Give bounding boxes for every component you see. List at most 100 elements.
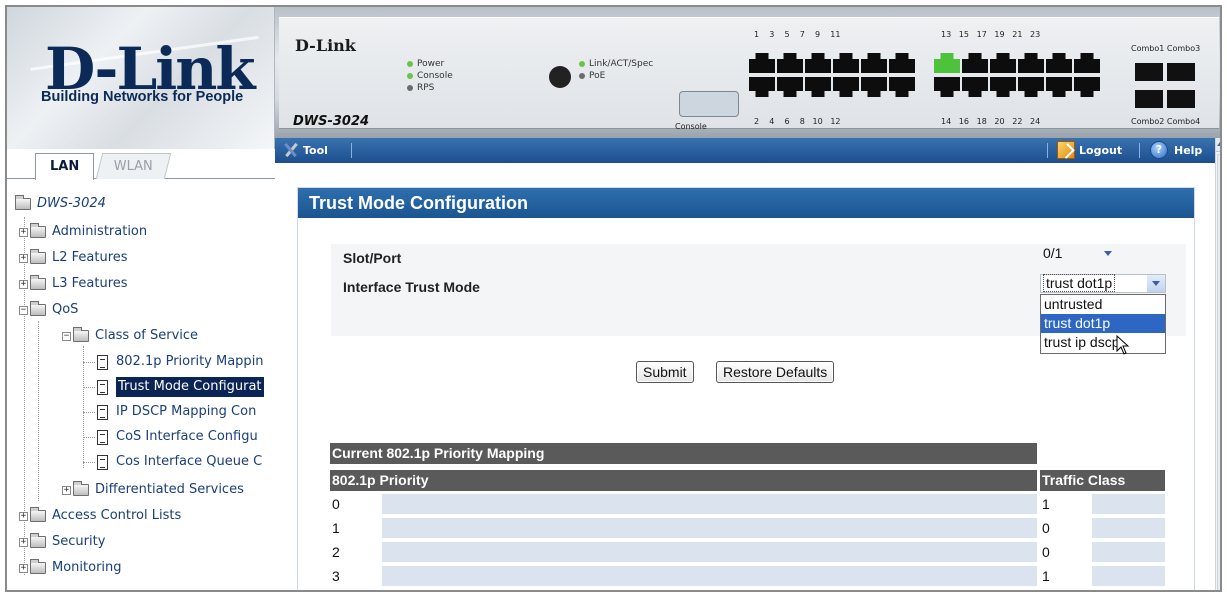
port-numbers-top-a: 1 3 5 7 9 11 <box>754 30 841 39</box>
led-label-power: Power <box>417 59 445 69</box>
port-1 <box>749 53 775 73</box>
tab-wlan[interactable]: WLAN <box>95 153 172 179</box>
tree-item-class-of-service[interactable]: − Class of Service <box>62 326 198 346</box>
restore-defaults-button[interactable]: Restore Defaults <box>716 361 835 383</box>
tree-branch <box>83 462 95 463</box>
tree-item-cos-interface-queue[interactable]: Cos Interface Queue C <box>97 452 262 472</box>
link-led-icon <box>579 60 585 67</box>
help-button[interactable]: ? Help <box>1150 141 1202 159</box>
device-front-panel: D-Link DWS-3024 Power Console RPS Link/A… <box>275 7 1220 138</box>
port-23 <box>1074 53 1100 73</box>
ethernet-ports-b <box>934 53 1100 97</box>
expand-icon[interactable]: + <box>19 563 28 573</box>
expand-icon[interactable]: + <box>19 511 28 521</box>
application-frame: D-Link Building Networks for People D-Li… <box>5 5 1222 592</box>
expand-icon[interactable]: + <box>62 485 71 495</box>
port-20 <box>1018 77 1044 97</box>
expand-icon[interactable]: + <box>19 279 28 289</box>
collapse-icon[interactable]: − <box>62 331 71 341</box>
expand-icon[interactable]: + <box>19 537 28 547</box>
tree-item-ip-dscp-mapping[interactable]: IP DSCP Mapping Con <box>97 402 256 422</box>
table-row: 3 1 <box>330 565 1165 587</box>
tree-item-label: Class of Service <box>95 328 199 343</box>
priority-value: 1 <box>332 520 340 536</box>
collapse-icon[interactable]: − <box>19 305 28 315</box>
port-numbers-bottom-b: 14 16 18 20 22 24 <box>941 117 1041 126</box>
slot-port-label: Slot/Port <box>343 250 402 266</box>
page-icon <box>97 354 108 370</box>
traffic-class-value: 1 <box>1042 568 1050 584</box>
tools-icon <box>283 142 299 158</box>
port-14 <box>934 77 960 97</box>
rps-led-icon <box>407 84 413 91</box>
navigation-tree: DWS-3024 + Administration + L2 Features + L… <box>7 179 275 590</box>
port-22 <box>1046 77 1072 97</box>
vertical-scrollbar[interactable] <box>1215 138 1220 590</box>
led-label-poe: PoE <box>589 71 606 81</box>
tree-item-label: Security <box>52 534 106 549</box>
combo-port-1 <box>1135 63 1163 81</box>
tree-item-security[interactable]: + Security <box>19 532 105 552</box>
scroll-thumb[interactable] <box>1217 154 1220 590</box>
logout-button[interactable]: Logout <box>1057 141 1122 159</box>
tree-item-differentiated-services[interactable]: + Differentiated Services <box>62 480 244 500</box>
power-led-icon <box>407 60 413 67</box>
tree-item-trust-mode-configuration[interactable]: Trust Mode Configurat <box>97 377 264 397</box>
tree-root[interactable]: DWS-3024 <box>15 194 106 214</box>
submit-button[interactable]: Submit <box>636 361 694 383</box>
toolbar-divider <box>1139 143 1140 158</box>
tree-item-l3-features[interactable]: + L3 Features <box>19 274 128 294</box>
table-row: 2 0 <box>330 541 1165 563</box>
option-untrusted[interactable]: untrusted <box>1041 295 1165 314</box>
tree-item-qos[interactable]: − QoS <box>19 300 78 320</box>
slot-port-value: 0/1 <box>1043 245 1063 261</box>
tree-item-label: L3 Features <box>52 276 128 291</box>
reset-knob-icon <box>549 66 571 88</box>
logo-tagline: Building Networks for People <box>41 89 244 105</box>
priority-value: 3 <box>332 568 340 584</box>
port-13 <box>934 53 960 73</box>
scroll-up-arrow-icon[interactable] <box>1216 138 1220 152</box>
tree-item-access-control-lists[interactable]: + Access Control Lists <box>19 506 181 526</box>
tool-menu[interactable]: Tool <box>283 142 328 158</box>
option-trust-ip-dscp[interactable]: trust ip dscp <box>1041 333 1165 352</box>
help-icon: ? <box>1150 141 1168 159</box>
port-4 <box>777 77 803 97</box>
tree-item-label: CoS Interface Configu <box>116 429 258 444</box>
status-leds: Power Console RPS <box>407 58 453 94</box>
page-icon <box>97 454 108 470</box>
config-panel: Trust Mode Configuration Slot/Port Inter… <box>297 187 1195 590</box>
port-2 <box>749 77 775 97</box>
page-title: Trust Mode Configuration <box>298 188 1194 218</box>
port-21 <box>1046 53 1072 73</box>
expand-icon[interactable]: + <box>19 227 28 237</box>
expand-icon[interactable]: + <box>19 253 28 263</box>
tree-item-cos-interface-config[interactable]: CoS Interface Configu <box>97 427 258 447</box>
trust-mode-value: trust dot1p <box>1043 274 1116 292</box>
folder-icon <box>30 507 46 522</box>
option-trust-dot1p[interactable]: trust dot1p <box>1041 314 1165 333</box>
traffic-class-value: 0 <box>1042 520 1050 536</box>
port-24 <box>1074 77 1100 97</box>
tree-item-administration[interactable]: + Administration <box>19 222 147 242</box>
chevron-down-icon[interactable] <box>1099 245 1117 262</box>
led-label-rps: RPS <box>417 83 435 93</box>
tree-line-qos <box>38 321 39 501</box>
logo-area: D-Link Building Networks for People <box>7 7 275 149</box>
logout-icon <box>1057 141 1075 159</box>
port-12 <box>889 77 915 97</box>
led-label-console: Console <box>417 71 453 81</box>
column-header-priority: 802.1p Priority <box>330 470 1037 491</box>
table-row: 1 0 <box>330 517 1165 539</box>
slot-port-select[interactable]: 0/1 <box>1040 244 1118 263</box>
trust-mode-select[interactable]: trust dot1p <box>1040 274 1166 293</box>
mouse-cursor-icon <box>1116 335 1130 355</box>
chevron-down-icon[interactable] <box>1147 275 1165 292</box>
folder-icon <box>30 223 46 238</box>
tree-item-8021p-priority-mapping[interactable]: 802.1p Priority Mappin <box>97 352 264 372</box>
tree-item-label: Differentiated Services <box>95 482 244 497</box>
tree-item-l2-features[interactable]: + L2 Features <box>19 248 128 268</box>
tree-item-monitoring[interactable]: + Monitoring <box>19 558 122 578</box>
tab-lan[interactable]: LAN <box>35 153 95 180</box>
tool-label: Tool <box>303 143 328 157</box>
